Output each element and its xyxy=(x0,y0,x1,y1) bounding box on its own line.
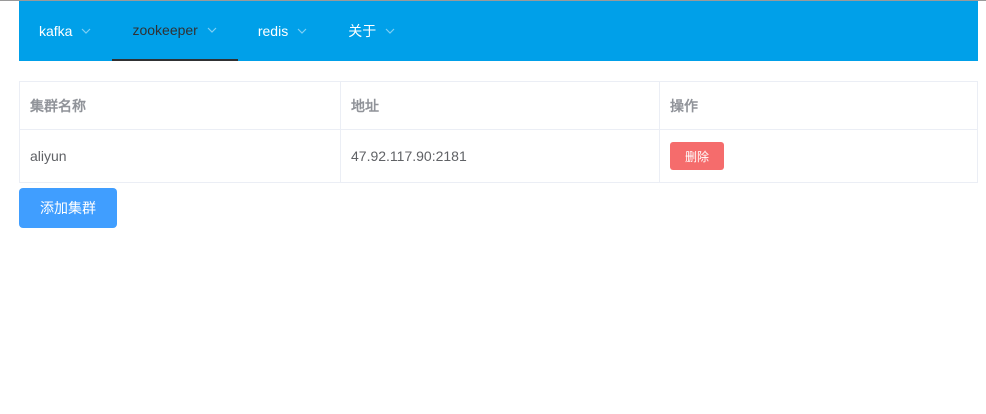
chevron-down-icon xyxy=(80,25,92,37)
nav-item-zookeeper[interactable]: zookeeper xyxy=(112,1,238,61)
cluster-address-cell: 47.92.117.90:2181 xyxy=(341,130,660,182)
cluster-name-cell: aliyun xyxy=(20,130,341,182)
chevron-down-icon xyxy=(296,25,308,37)
delete-button[interactable]: 删除 xyxy=(670,142,725,170)
table-row: aliyun 47.92.117.90:2181 删除 xyxy=(20,130,977,182)
table-header-row: 集群名称 地址 操作 xyxy=(20,82,977,130)
add-cluster-button[interactable]: 添加集群 xyxy=(19,188,117,228)
column-header-actions: 操作 xyxy=(670,97,698,114)
nav-item-label: redis xyxy=(257,23,289,39)
chevron-down-icon xyxy=(206,24,218,36)
nav-item-about[interactable]: 关于 xyxy=(328,1,416,61)
cluster-actions-cell: 删除 xyxy=(660,130,977,182)
nav-item-label: 关于 xyxy=(348,23,377,39)
chevron-down-icon xyxy=(384,25,396,37)
nav-item-redis[interactable]: redis xyxy=(238,1,328,61)
column-header-cluster-name: 集群名称 xyxy=(20,82,341,129)
top-nav-menu: kafka zookeeper redis 关于 xyxy=(19,1,978,61)
nav-item-kafka[interactable]: kafka xyxy=(19,1,112,61)
nav-item-label: kafka xyxy=(39,23,73,39)
cluster-table: 集群名称 地址 操作 aliyun 47.92.117.90:2181 删除 xyxy=(19,81,978,183)
column-header-address: 地址 xyxy=(341,82,660,129)
nav-item-label: zookeeper xyxy=(132,22,198,38)
